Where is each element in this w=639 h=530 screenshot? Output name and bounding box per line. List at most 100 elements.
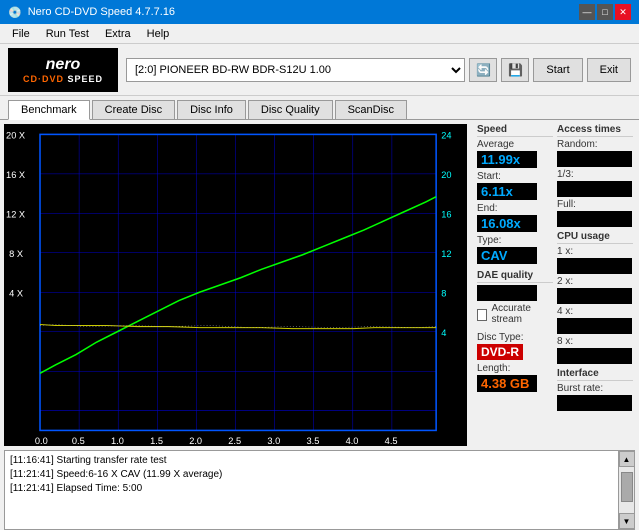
length-label: Length:	[477, 363, 553, 374]
svg-text:1.5: 1.5	[150, 436, 163, 446]
minimize-button[interactable]: —	[579, 4, 595, 20]
access-times-section: Access times Random: 1/3: Full:	[557, 124, 633, 227]
accurate-stream-row: Accurate stream	[477, 303, 553, 326]
disc-section: Disc Type: DVD-R Length: 4.38 GB	[477, 332, 553, 392]
log-scrollbar: ▲ ▼	[618, 451, 634, 529]
tabs: Benchmark Create Disc Disc Info Disc Qua…	[0, 96, 639, 120]
stats-columns: Speed Average 11.99x Start: 6.11x End: 1…	[477, 124, 633, 415]
svg-text:4 X: 4 X	[9, 288, 23, 298]
svg-text:20: 20	[441, 170, 451, 180]
disc-type-value: DVD-R	[477, 344, 523, 360]
menu-extra[interactable]: Extra	[97, 26, 139, 42]
svg-text:3.5: 3.5	[306, 436, 319, 446]
end-label: End:	[477, 203, 553, 214]
log-line-3: [11:21:41] Elapsed Time: 5:00	[10, 482, 613, 496]
drive-select: [2:0] PIONEER BD-RW BDR-S12U 1.00 🔄 💾 St…	[126, 58, 631, 82]
svg-text:12: 12	[441, 249, 451, 259]
scroll-down-button[interactable]: ▼	[619, 513, 635, 529]
drive-dropdown[interactable]: [2:0] PIONEER BD-RW BDR-S12U 1.00	[126, 58, 465, 82]
svg-text:16 X: 16 X	[6, 170, 25, 180]
random-label: Random:	[557, 139, 633, 150]
cpu-8x-box	[557, 348, 632, 364]
close-button[interactable]: ✕	[615, 4, 631, 20]
accurate-stream-checkbox[interactable]	[477, 309, 487, 321]
exit-button[interactable]: Exit	[587, 58, 631, 82]
speed-label: Speed	[477, 124, 553, 137]
save-icon[interactable]: 💾	[501, 58, 529, 82]
svg-text:16: 16	[441, 209, 451, 219]
right-panel: Speed Average 11.99x Start: 6.11x End: 1…	[471, 120, 639, 450]
cpu-1x-label: 1 x:	[557, 246, 633, 257]
burst-label: Burst rate:	[557, 383, 633, 394]
tab-benchmark[interactable]: Benchmark	[8, 100, 90, 120]
scroll-thumb	[621, 472, 633, 502]
dae-value-box	[477, 285, 537, 301]
interface-section: Interface Burst rate:	[557, 368, 633, 411]
chart-area: 20 X 16 X 12 X 8 X 4 X 24 20 16 12 8 4 0…	[4, 124, 467, 446]
chart-svg: 20 X 16 X 12 X 8 X 4 X 24 20 16 12 8 4 0…	[4, 124, 467, 446]
main-content: 20 X 16 X 12 X 8 X 4 X 24 20 16 12 8 4 0…	[0, 120, 639, 450]
log-area: [11:16:41] Starting transfer rate test […	[4, 450, 635, 530]
start-button[interactable]: Start	[533, 58, 582, 82]
one-third-label: 1/3:	[557, 169, 633, 180]
cpu-4x-box	[557, 318, 632, 334]
svg-text:8: 8	[441, 288, 446, 298]
svg-text:0.5: 0.5	[72, 436, 85, 446]
type-value: CAV	[477, 247, 537, 264]
title-bar-controls: — □ ✕	[579, 4, 631, 20]
logo: nero CD·DVD SPEED	[8, 48, 118, 92]
svg-text:24: 24	[441, 131, 451, 141]
title-bar-left: 💿 Nero CD-DVD Speed 4.7.7.16	[8, 6, 175, 19]
tab-scan-disc[interactable]: ScanDisc	[335, 100, 407, 119]
svg-text:4: 4	[441, 328, 446, 338]
scroll-track[interactable]	[619, 467, 634, 513]
svg-text:1.0: 1.0	[111, 436, 124, 446]
disc-type-label: Disc Type:	[477, 332, 553, 343]
length-value: 4.38 GB	[477, 375, 537, 392]
full-value-box	[557, 211, 632, 227]
cpu-1x-box	[557, 258, 632, 274]
cpu-4x-label: 4 x:	[557, 306, 633, 317]
start-value: 6.11x	[477, 183, 537, 200]
svg-text:20 X: 20 X	[6, 131, 25, 141]
burst-value-box	[557, 395, 632, 411]
svg-text:2.5: 2.5	[228, 436, 241, 446]
cpu-2x-box	[557, 288, 632, 304]
log-content: [11:16:41] Starting transfer rate test […	[5, 451, 618, 529]
log-line-1: [11:16:41] Starting transfer rate test	[10, 454, 613, 468]
cpu-section: CPU usage 1 x: 2 x: 4 x: 8 x:	[557, 231, 633, 364]
menu-run-test[interactable]: Run Test	[38, 26, 97, 42]
svg-text:3.0: 3.0	[267, 436, 280, 446]
tab-create-disc[interactable]: Create Disc	[92, 100, 175, 119]
logo-sub: CD·DVD SPEED	[23, 74, 103, 84]
tab-disc-info[interactable]: Disc Info	[177, 100, 246, 119]
average-value: 11.99x	[477, 151, 537, 168]
interface-label: Interface	[557, 368, 633, 381]
svg-text:4.0: 4.0	[346, 436, 359, 446]
svg-text:12 X: 12 X	[6, 209, 25, 219]
menu-bar: File Run Test Extra Help	[0, 24, 639, 44]
title-bar: 💿 Nero CD-DVD Speed 4.7.7.16 — □ ✕	[0, 0, 639, 24]
cpu-2x-label: 2 x:	[557, 276, 633, 287]
maximize-button[interactable]: □	[597, 4, 613, 20]
log-line-2: [11:21:41] Speed:6-16 X CAV (11.99 X ave…	[10, 468, 613, 482]
dae-label: DAE quality	[477, 270, 553, 283]
cpu-8x-label: 8 x:	[557, 336, 633, 347]
menu-help[interactable]: Help	[139, 26, 178, 42]
tab-disc-quality[interactable]: Disc Quality	[248, 100, 333, 119]
menu-file[interactable]: File	[4, 26, 38, 42]
access-times-label: Access times	[557, 124, 633, 137]
right-stats-col: Access times Random: 1/3: Full: CPU usag…	[557, 124, 633, 415]
start-label: Start:	[477, 171, 553, 182]
average-label: Average	[477, 139, 553, 150]
svg-text:0.0: 0.0	[35, 436, 48, 446]
svg-text:8 X: 8 X	[9, 249, 23, 259]
end-value: 16.08x	[477, 215, 537, 232]
scroll-up-button[interactable]: ▲	[619, 451, 635, 467]
top-area: nero CD·DVD SPEED [2:0] PIONEER BD-RW BD…	[0, 44, 639, 96]
title-icon: 💿	[8, 6, 22, 19]
refresh-icon[interactable]: 🔄	[469, 58, 497, 82]
svg-text:2.0: 2.0	[189, 436, 202, 446]
type-label: Type:	[477, 235, 553, 246]
accurate-stream-label: Accurate stream	[491, 303, 553, 325]
